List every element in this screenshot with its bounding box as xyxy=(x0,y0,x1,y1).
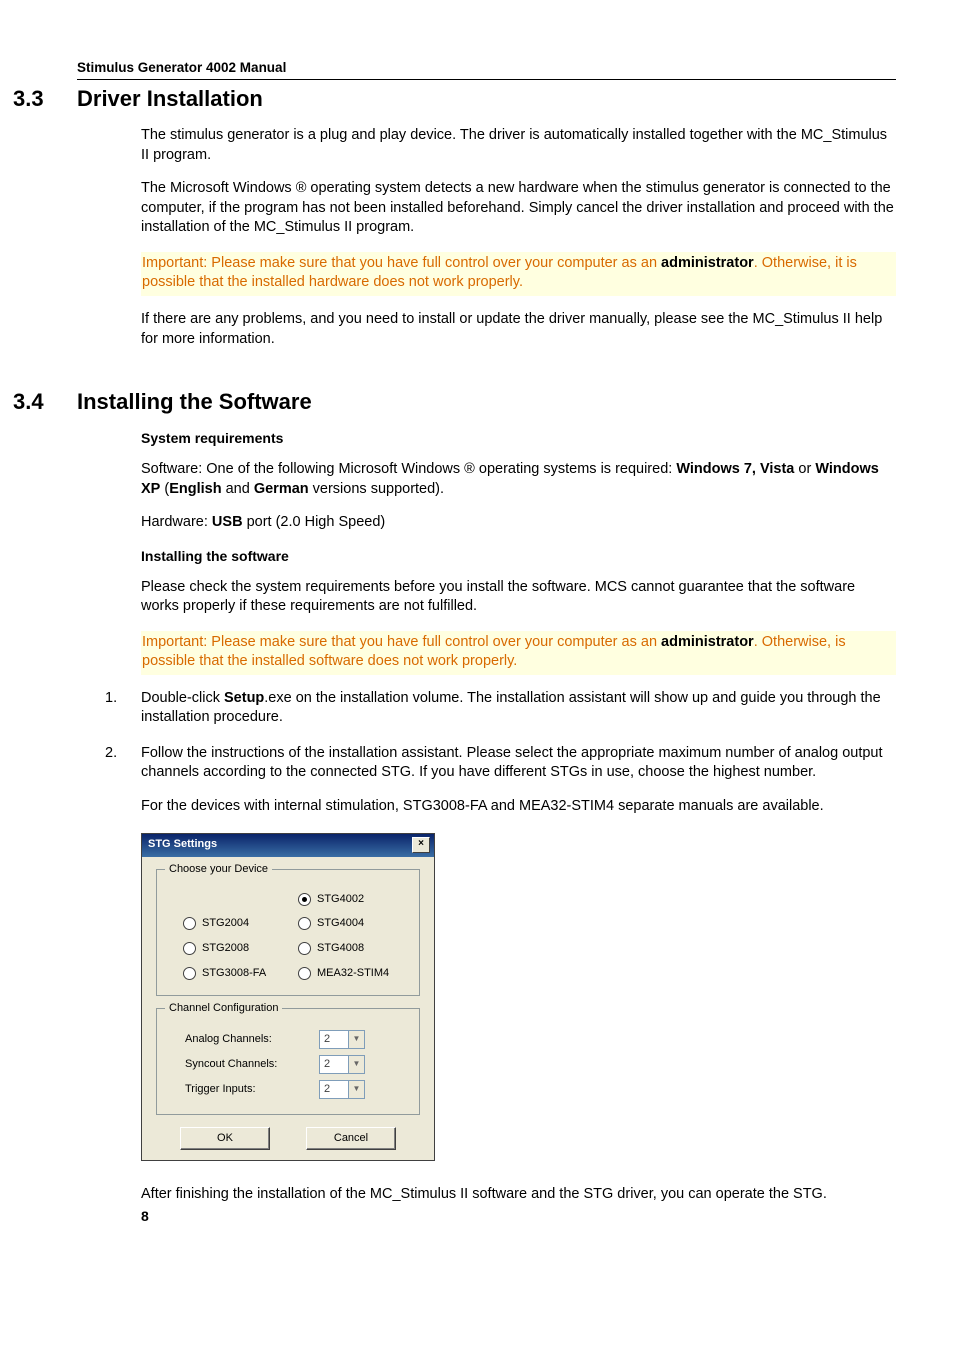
radio-dot-icon xyxy=(298,917,311,930)
section-number-3-4: 3.4 xyxy=(13,389,77,415)
cancel-button[interactable]: Cancel xyxy=(306,1127,396,1150)
radio-stg4004[interactable]: STG4004 xyxy=(298,916,405,931)
paragraph: After finishing the installation of the … xyxy=(141,1185,896,1205)
note-text: Important: Please make sure that you hav… xyxy=(142,634,661,650)
groupbox-legend: Choose your Device xyxy=(165,862,272,877)
groupbox-legend: Channel Configuration xyxy=(165,1001,282,1016)
section-title-3-3: Driver Installation xyxy=(77,86,263,112)
step-1: 1. Double-click Setup.exe on the install… xyxy=(141,689,896,728)
chevron-down-icon: ▼ xyxy=(348,1031,364,1048)
paragraph: The Microsoft Windows ® operating system… xyxy=(141,179,896,238)
text: Follow the instructions of the installat… xyxy=(141,745,883,781)
text-bold: Setup xyxy=(224,690,264,706)
note-text: Important: Please make sure that you hav… xyxy=(142,255,661,271)
dialog-titlebar: STG Settings × xyxy=(142,834,434,857)
paragraph: Hardware: USB port (2.0 High Speed) xyxy=(141,513,896,533)
chevron-down-icon: ▼ xyxy=(348,1081,364,1098)
important-note: Important: Please make sure that you hav… xyxy=(141,631,896,675)
text: For the devices with internal stimulatio… xyxy=(141,798,824,814)
close-button[interactable]: × xyxy=(412,837,430,853)
text: Double-click xyxy=(141,690,224,706)
trigger-inputs-label: Trigger Inputs: xyxy=(185,1082,256,1097)
section-title-3-4: Installing the Software xyxy=(77,389,312,415)
running-header: Stimulus Generator 4002 Manual xyxy=(77,60,896,80)
radio-label: STG4004 xyxy=(317,916,364,931)
subheading-requirements: System requirements xyxy=(141,429,896,448)
trigger-inputs-combo[interactable]: 2 ▼ xyxy=(319,1080,365,1099)
text: ( xyxy=(160,481,169,497)
note-bold: administrator xyxy=(661,255,754,271)
radio-stg4002[interactable]: STG4002 xyxy=(298,892,405,907)
syncout-channels-label: Syncout Channels: xyxy=(185,1057,277,1072)
page-number: 8 xyxy=(141,1208,896,1224)
step-2: 2. Follow the instructions of the instal… xyxy=(141,744,896,817)
combo-value: 2 xyxy=(320,1056,348,1073)
paragraph: Please check the system requirements bef… xyxy=(141,578,896,617)
radio-mea32-stim4[interactable]: MEA32-STIM4 xyxy=(298,966,405,981)
groupbox-choose-device: Choose your Device STG4002 STG2004 STG40… xyxy=(156,869,420,996)
analog-channels-label: Analog Channels: xyxy=(185,1032,272,1047)
analog-channels-combo[interactable]: 2 ▼ xyxy=(319,1030,365,1049)
subheading-installing: Installing the software xyxy=(141,547,896,566)
radio-stg4008[interactable]: STG4008 xyxy=(298,941,405,956)
stg-settings-dialog: STG Settings × Choose your Device STG400… xyxy=(141,833,435,1161)
radio-label: STG3008-FA xyxy=(202,966,266,981)
paragraph: If there are any problems, and you need … xyxy=(141,310,896,349)
text: and xyxy=(222,481,254,497)
combo-value: 2 xyxy=(320,1031,348,1048)
radio-label: STG4008 xyxy=(317,941,364,956)
radio-label: STG2004 xyxy=(202,916,249,931)
paragraph: The stimulus generator is a plug and pla… xyxy=(141,126,896,165)
note-bold: administrator xyxy=(661,634,754,650)
radio-dot-icon xyxy=(183,917,196,930)
text: or xyxy=(794,461,815,477)
radio-dot-icon xyxy=(298,893,311,906)
text-bold: German xyxy=(254,481,309,497)
text: versions supported). xyxy=(309,481,444,497)
paragraph: Software: One of the following Microsoft… xyxy=(141,460,896,499)
radio-label: STG2008 xyxy=(202,941,249,956)
step-number: 1. xyxy=(105,689,117,709)
radio-dot-icon xyxy=(298,942,311,955)
step-number: 2. xyxy=(105,744,117,764)
important-note: Important: Please make sure that you hav… xyxy=(141,252,896,296)
chevron-down-icon: ▼ xyxy=(348,1056,364,1073)
dialog-title: STG Settings xyxy=(148,837,217,852)
ok-button[interactable]: OK xyxy=(180,1127,270,1150)
radio-label: MEA32-STIM4 xyxy=(317,966,389,981)
text: Software: One of the following Microsoft… xyxy=(141,461,676,477)
radio-dot-icon xyxy=(183,967,196,980)
combo-value: 2 xyxy=(320,1081,348,1098)
text: port (2.0 High Speed) xyxy=(243,514,386,530)
radio-dot-icon xyxy=(298,967,311,980)
radio-dot-icon xyxy=(183,942,196,955)
text: Hardware: xyxy=(141,514,212,530)
radio-stg2004[interactable]: STG2004 xyxy=(183,916,290,931)
radio-label: STG4002 xyxy=(317,892,364,907)
text-bold: English xyxy=(169,481,221,497)
text-bold: USB xyxy=(212,514,243,530)
radio-stg3008-fa[interactable]: STG3008-FA xyxy=(183,966,290,981)
groupbox-channel-config: Channel Configuration Analog Channels: 2… xyxy=(156,1008,420,1115)
text-bold: Windows 7, Vista xyxy=(676,461,794,477)
radio-stg2008[interactable]: STG2008 xyxy=(183,941,290,956)
syncout-channels-combo[interactable]: 2 ▼ xyxy=(319,1055,365,1074)
section-number-3-3: 3.3 xyxy=(13,86,77,112)
